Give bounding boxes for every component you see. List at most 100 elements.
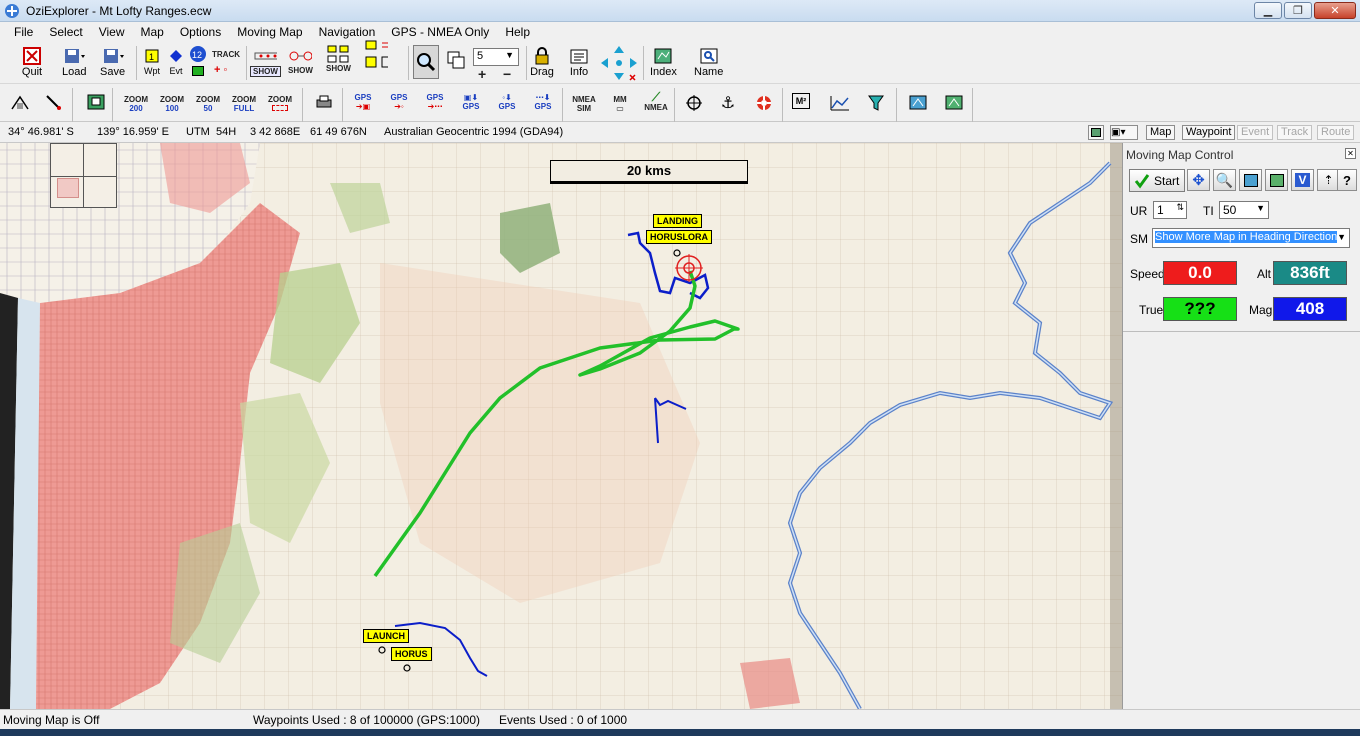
menu-options[interactable]: Options — [180, 25, 221, 39]
track-label[interactable]: TRACK — [212, 50, 240, 59]
anchor-button[interactable]: ⚓ — [716, 93, 740, 113]
zoom-full-button[interactable]: ZOOM FULL — [232, 95, 256, 113]
home-tool-button[interactable] — [8, 92, 32, 112]
menu-moving-map[interactable]: Moving Map — [237, 25, 302, 39]
center-map-button[interactable]: ✥ — [1187, 169, 1210, 191]
map-import-button[interactable] — [906, 92, 930, 112]
save-dropdown-button[interactable]: ▣▾ — [1110, 125, 1138, 140]
route-toggle-button[interactable]: Route — [1317, 125, 1355, 140]
view-button[interactable]: V — [1291, 169, 1314, 191]
true-label: True — [1139, 303, 1164, 317]
pan-arrows-button[interactable] — [600, 45, 638, 84]
waypoint-horus[interactable]: HORUS — [391, 647, 432, 661]
chevron-down-icon: ▼ — [1337, 232, 1346, 242]
zoom-box-icon — [272, 105, 288, 111]
anchor-icon: ⚓ — [720, 95, 736, 112]
start-button[interactable]: Start — [1129, 169, 1185, 192]
track-toggle-button[interactable]: Track — [1277, 125, 1313, 140]
zoom-box-button[interactable]: ZOOM — [268, 95, 292, 113]
mm-button[interactable]: MM ▭ — [608, 95, 632, 113]
zoom-find-button[interactable]: 🔍 — [1213, 169, 1236, 191]
menu-help[interactable]: Help — [505, 25, 530, 39]
index-button[interactable]: Index — [650, 46, 677, 78]
inset-crosshair-v — [83, 144, 84, 207]
sm-select[interactable]: Show More Map in Heading Direction ▼ — [1152, 228, 1350, 248]
menu-file[interactable]: File — [14, 25, 33, 39]
map-view[interactable]: 20 kms LANDING HORUSLORA LAUNCH HORUS — [0, 143, 1122, 709]
gps-upload-routes-button[interactable]: GPS ➔◦ — [388, 93, 410, 111]
map-export-icon — [942, 92, 966, 112]
maximize-button[interactable]: ❐ — [1284, 2, 1312, 19]
event-button[interactable]: Evt — [164, 46, 188, 76]
close-button[interactable]: ✕ — [1314, 2, 1356, 19]
gps-upload-tracks-button[interactable]: GPS ➔⋯ — [424, 93, 446, 111]
map-picture-button[interactable] — [1088, 125, 1104, 140]
menu-gps-nmea[interactable]: GPS - NMEA Only — [391, 25, 489, 39]
event-toggle-button[interactable]: Event — [1237, 125, 1274, 140]
info-button[interactable]: Info — [567, 46, 591, 78]
menu-select[interactable]: Select — [49, 25, 82, 39]
quit-button[interactable]: Quit — [20, 46, 44, 78]
gps-upload-waypoints-button[interactable]: GPS ➔▣ — [352, 93, 374, 111]
gps-download-waypoints-button[interactable]: ▣⬇ GPS — [460, 93, 482, 111]
lifebuoy-button[interactable] — [752, 93, 776, 113]
menu-view[interactable]: View — [99, 25, 125, 39]
numbered-waypoint-button[interactable]: 12 — [186, 44, 210, 76]
waypoint-button[interactable]: 1 Wpt — [140, 46, 164, 76]
zoom-200-button[interactable]: ZOOM 200 — [124, 95, 148, 113]
show-track-button[interactable]: SHOW — [250, 46, 281, 77]
coordinate-bar: 34° 46.981' S 139° 16.959' E UTM 54H 3 4… — [0, 122, 1360, 143]
gps-download-tracks-button[interactable]: ⋯⬇ GPS — [532, 93, 554, 111]
northing-readout: 61 49 676N — [310, 126, 367, 138]
map-image-button[interactable] — [1265, 169, 1288, 191]
load-button[interactable]: Load — [62, 46, 86, 78]
print-button[interactable] — [312, 92, 336, 112]
elevation-profile-button[interactable] — [828, 93, 852, 113]
ur-spinner[interactable]: 1 ⇅ — [1153, 201, 1187, 219]
waypoint-landing[interactable]: LANDING — [653, 214, 702, 228]
nmea-button[interactable]: ⟋ NMEA — [643, 91, 669, 112]
zoom-in-icon[interactable]: + — [478, 67, 486, 81]
toolbar-separator — [136, 46, 137, 80]
waypoint-toggle-button[interactable]: Waypoint — [1182, 125, 1236, 140]
zoom-50-button[interactable]: ZOOM 50 — [196, 95, 220, 113]
line-tools-button[interactable] — [364, 40, 388, 68]
track-add-icon[interactable]: + ◦ — [214, 65, 227, 76]
mag-label: Mag — [1249, 303, 1273, 317]
save-button[interactable]: Save — [100, 46, 125, 78]
filter-button[interactable] — [864, 93, 888, 113]
settings-tool-button[interactable] — [42, 92, 66, 112]
menu-map[interactable]: Map — [141, 25, 164, 39]
nmea-sim-button[interactable]: NMEA SIM — [572, 95, 596, 113]
crosshair-icon — [682, 93, 706, 113]
area-button[interactable]: M² — [792, 93, 810, 109]
show-route-button[interactable]: SHOW — [288, 46, 313, 75]
lock-icon — [530, 46, 554, 66]
zoom-out-icon[interactable]: − — [503, 67, 511, 81]
map-toggle-button[interactable]: Map — [1146, 125, 1176, 140]
waypoint-horuslora[interactable]: HORUSLORA — [646, 230, 712, 244]
route-circles-icon — [288, 46, 313, 66]
waypoint-launch[interactable]: LAUNCH — [363, 629, 409, 643]
ti-select[interactable]: 50 ▼ — [1219, 201, 1269, 219]
panel-close-button[interactable]: ✕ — [1345, 148, 1356, 159]
gps-download-routes-button[interactable]: ◦⬇ GPS — [496, 93, 518, 111]
map-search-button[interactable] — [1239, 169, 1262, 191]
help-button[interactable]: ? — [1337, 169, 1357, 191]
map-overview-button[interactable] — [84, 92, 108, 112]
zoom-select[interactable]: 5 ▼ — [473, 48, 519, 66]
green-square-icon — [192, 66, 204, 76]
crosshair-button[interactable] — [682, 93, 706, 113]
minimize-button[interactable]: ▁ — [1254, 2, 1282, 19]
save-icon — [101, 46, 125, 66]
map-windows-button[interactable] — [444, 50, 468, 70]
zoom-tool-button[interactable] — [413, 45, 439, 79]
show-names-button[interactable]: SHOW — [326, 44, 351, 73]
name-search-button[interactable]: Name — [694, 46, 723, 78]
drag-button[interactable]: Drag — [530, 46, 554, 78]
map-export-button[interactable] — [942, 92, 966, 112]
toolbar-separator — [526, 46, 527, 80]
overview-inset[interactable] — [50, 143, 117, 208]
zoom-100-button[interactable]: ZOOM 100 — [160, 95, 184, 113]
inset-location-box — [57, 178, 79, 198]
